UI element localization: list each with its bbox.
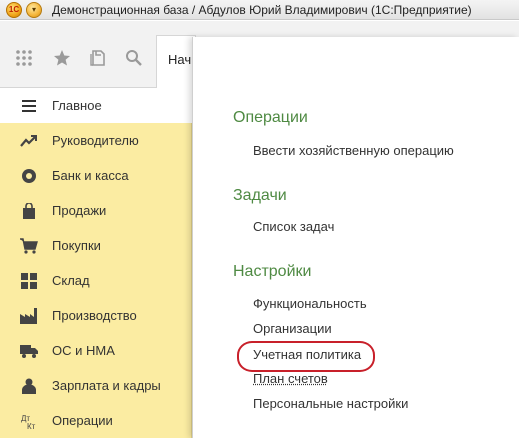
sidebar-item-production[interactable]: Производство <box>0 298 192 333</box>
truck-icon <box>20 342 38 360</box>
sidebar-item-label: Покупки <box>52 238 101 253</box>
sidebar-item-payroll[interactable]: Зарплата и кадры <box>0 368 192 403</box>
svg-text:Кт: Кт <box>27 422 36 429</box>
person-icon <box>20 377 38 395</box>
link-accounting-policy[interactable]: Учетная политика <box>253 347 361 362</box>
sidebar-item-label: Зарплата и кадры <box>52 378 161 393</box>
sidebar-item-label: Операции <box>52 413 113 428</box>
bag-icon <box>20 202 38 220</box>
sidebar-item-director[interactable]: Руководителю <box>0 123 192 158</box>
link-functionality[interactable]: Функциональность <box>253 296 367 311</box>
sidebar-item-label: Производство <box>52 308 137 323</box>
menu-lines-icon <box>20 97 38 115</box>
sidebar-item-sales[interactable]: Продажи <box>0 193 192 228</box>
star-icon[interactable] <box>52 49 72 69</box>
sidebar-item-label: Банк и касса <box>52 168 129 183</box>
window-title: Демонстрационная база / Абдулов Юрий Вла… <box>52 2 472 17</box>
sidebar-item-purchases[interactable]: Покупки <box>0 228 192 263</box>
sections-sidebar: Главное Руководителю Банк и касса Продаж… <box>0 88 192 438</box>
tab-start-label: Нач <box>168 52 192 67</box>
sidebar-item-label: Главное <box>52 98 102 113</box>
section-title-settings: Настройки <box>233 263 312 280</box>
warehouse-icon <box>20 272 38 290</box>
link-enter-operation[interactable]: Ввести хозяйственную операцию <box>253 143 454 158</box>
search-icon[interactable] <box>124 49 144 69</box>
link-organizations[interactable]: Организации <box>253 321 332 336</box>
sidebar-item-warehouse[interactable]: Склад <box>0 263 192 298</box>
sidebar-item-label: Руководителю <box>52 133 139 148</box>
debit-credit-icon: Дт Кт <box>20 412 38 430</box>
link-task-list[interactable]: Список задач <box>253 219 334 234</box>
title-bar: 1С ▾ Демонстрационная база / Абдулов Юри… <box>0 0 519 20</box>
app-logo-icon[interactable]: 1С <box>6 1 22 18</box>
sidebar-item-label: Продажи <box>52 203 107 218</box>
link-personal-settings[interactable]: Персональные настройки <box>253 396 408 411</box>
sidebar-item-label: ОС и НМА <box>52 343 115 358</box>
apps-grid-icon[interactable] <box>14 49 34 69</box>
main-menu-button[interactable]: ▾ <box>26 1 42 18</box>
trend-up-icon <box>20 132 38 150</box>
sidebar-item-fixed-assets[interactable]: ОС и НМА <box>0 333 192 368</box>
history-icon[interactable] <box>88 49 108 69</box>
link-chart-of-accounts[interactable]: План счетов <box>253 371 328 386</box>
section-title-tasks: Задачи <box>233 187 287 204</box>
factory-icon <box>20 307 38 325</box>
sidebar-item-bank[interactable]: Банк и касса <box>0 158 192 193</box>
function-panel: Операции Ввести хозяйственную операцию З… <box>192 37 519 438</box>
section-title-operations: Операции <box>233 109 308 126</box>
coins-icon <box>20 167 38 185</box>
sidebar-item-label: Склад <box>52 273 90 288</box>
sidebar-item-main[interactable]: Главное <box>0 88 192 123</box>
tab-start-page[interactable]: Нач <box>156 35 351 88</box>
cart-icon <box>20 237 38 255</box>
sidebar-item-operations[interactable]: Дт Кт Операции <box>0 403 192 438</box>
